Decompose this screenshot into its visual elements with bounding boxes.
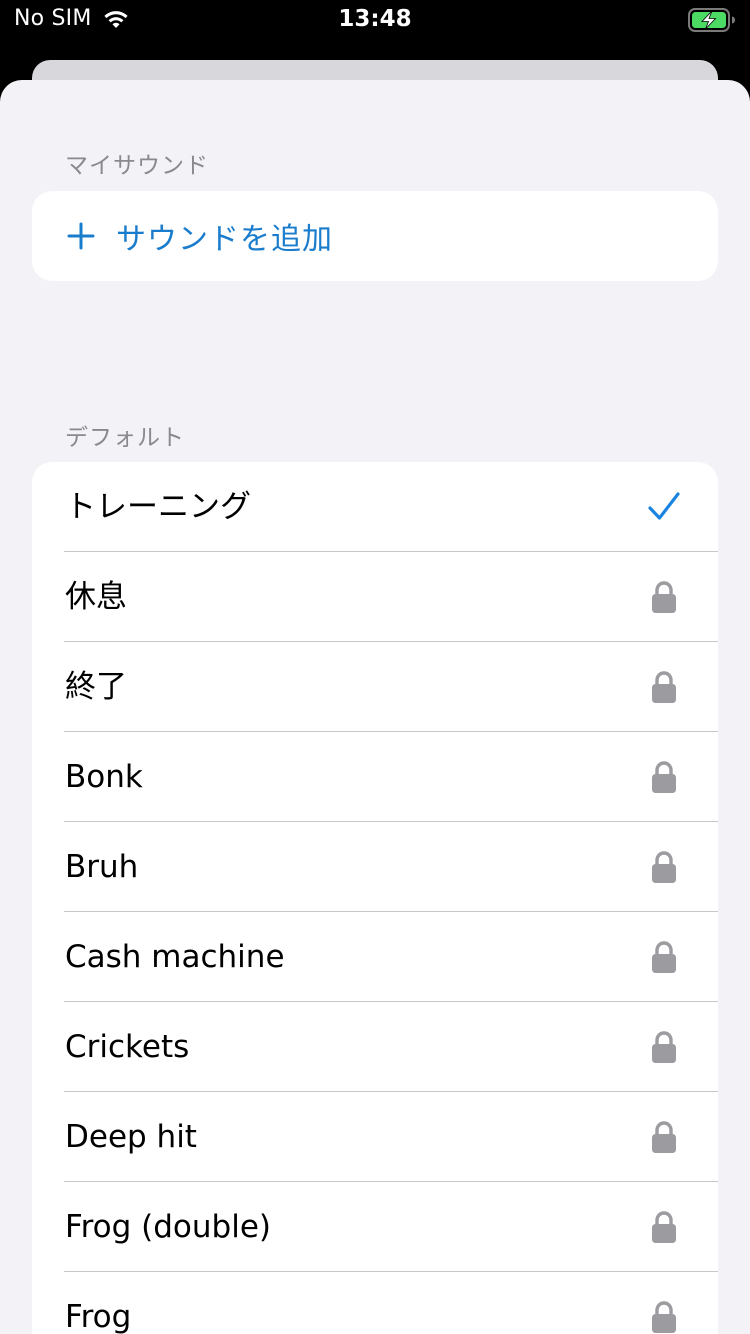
plus-icon (66, 221, 96, 251)
lock-icon (646, 759, 682, 795)
sound-row-bonk[interactable]: Bonk (32, 732, 718, 822)
my-sounds-card: サウンドを追加 (32, 191, 718, 281)
battery-charging-icon (688, 8, 736, 32)
add-sound-label: サウンドを追加 (116, 222, 333, 257)
sound-label: 休息 (65, 579, 127, 615)
sound-label: Frog (65, 1299, 132, 1334)
sound-label: トレーニング (65, 489, 251, 525)
sound-row-deep-hit[interactable]: Deep hit (32, 1092, 718, 1182)
sound-label: Bruh (65, 849, 139, 885)
lock-icon (646, 1299, 682, 1334)
sound-label: 終了 (65, 669, 127, 705)
checkmark-icon (646, 489, 682, 525)
sound-row-bruh[interactable]: Bruh (32, 822, 718, 912)
sound-row-frog[interactable]: Frog (32, 1272, 718, 1334)
sound-label: Cash machine (65, 939, 285, 975)
sound-picker-sheet: マイサウンド サウンドを追加 デフォルト トレーニング 休息 終了 Bonk B… (0, 80, 750, 1334)
lock-icon (646, 1119, 682, 1155)
sound-row-rest[interactable]: 休息 (32, 552, 718, 642)
lock-icon (646, 579, 682, 615)
sound-label: Frog (double) (65, 1209, 271, 1245)
lock-icon (646, 849, 682, 885)
default-sounds-header: デフォルト (65, 425, 185, 451)
sound-row-end[interactable]: 終了 (32, 642, 718, 732)
sound-label: Crickets (65, 1029, 190, 1065)
my-sounds-header: マイサウンド (65, 153, 209, 179)
lock-icon (646, 939, 682, 975)
status-time: 13:48 (338, 6, 412, 32)
sound-row-cash-machine[interactable]: Cash machine (32, 912, 718, 1002)
sound-label: Deep hit (65, 1119, 197, 1155)
status-bar: No SIM 13:48 (0, 0, 750, 42)
default-sounds-list: トレーニング 休息 終了 Bonk Bruh Cash machine Cric… (32, 462, 718, 1334)
lock-icon (646, 669, 682, 705)
add-sound-button[interactable]: サウンドを追加 (32, 191, 718, 281)
sound-row-training[interactable]: トレーニング (32, 462, 718, 552)
lock-icon (646, 1029, 682, 1065)
sound-label: Bonk (65, 759, 143, 795)
lock-icon (646, 1209, 682, 1245)
sound-row-frog-double[interactable]: Frog (double) (32, 1182, 718, 1272)
sound-row-crickets[interactable]: Crickets (32, 1002, 718, 1092)
